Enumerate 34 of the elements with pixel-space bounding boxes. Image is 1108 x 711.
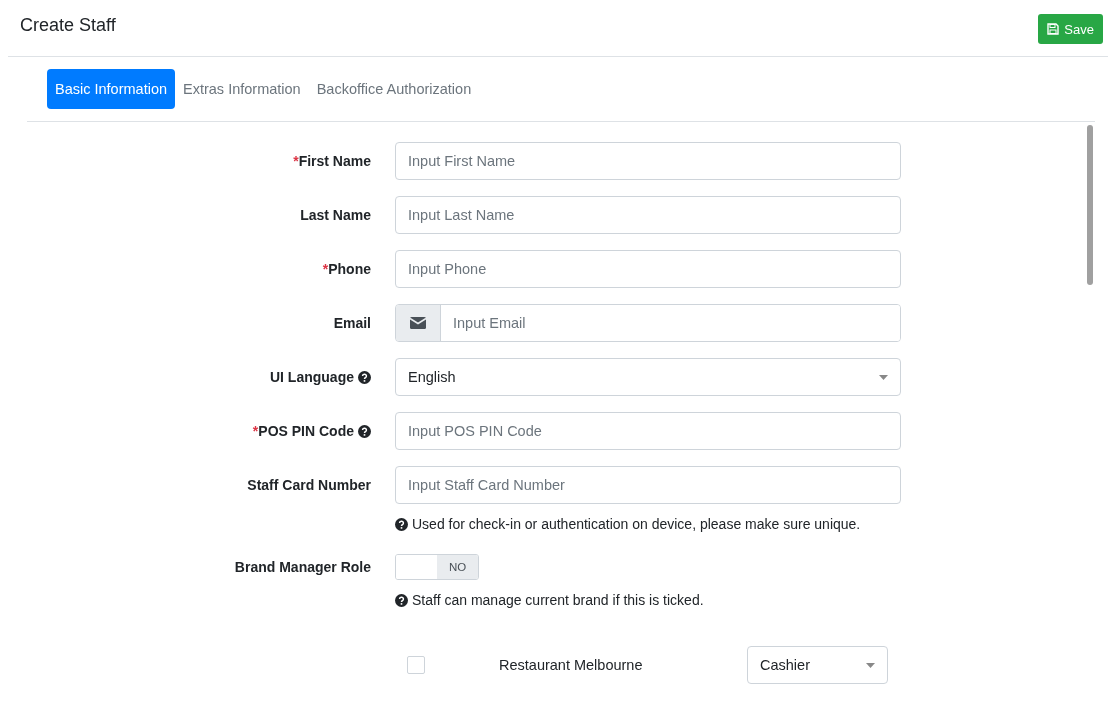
field-label: Email [333,315,371,331]
store-name: Restaurant Melbourne [499,657,644,673]
language-select[interactable]: English [395,358,901,396]
field-label: *Phone [322,261,371,277]
role-select[interactable]: Cashier [747,646,888,684]
email-input[interactable]: Input Email [395,304,901,342]
field-label: *POS PIN Code [252,423,354,439]
field-label: *First Name [293,153,371,169]
scrollbar[interactable] [1087,125,1093,285]
help-icon [395,593,408,607]
help-icon [358,424,371,438]
text-input[interactable]: Input Last Name [395,196,901,234]
text-input[interactable]: Input POS PIN Code [395,412,901,450]
envelope-icon [410,317,426,329]
save-button[interactable]: Save [1038,14,1103,44]
hint-text: Staff can manage current brand if this is ticked. [412,592,704,608]
field-label: Brand Manager Role [234,559,371,575]
field-label: Staff Card Number [247,477,371,493]
tab[interactable]: Basic Information [47,69,176,109]
caret-icon [866,662,875,668]
store-checkbox[interactable] [407,656,425,674]
text-input[interactable]: Input Staff Card Number [395,466,901,504]
tab[interactable]: Backoffice Authorization [308,69,480,109]
toggle-switch[interactable]: NO [395,554,479,580]
tab[interactable]: Extras Information [175,69,309,109]
text-input[interactable]: Input Phone [395,250,901,288]
help-icon [358,370,371,384]
field-label: UI Language [270,369,354,385]
field-label: Last Name [300,207,371,223]
caret-icon [879,374,888,380]
hint-text: Used for check-in or authentication on device, please make sure unique. [412,516,861,532]
text-input[interactable]: Input First Name [395,142,901,180]
page-title: Create Staff [20,14,116,36]
help-icon [395,517,408,531]
